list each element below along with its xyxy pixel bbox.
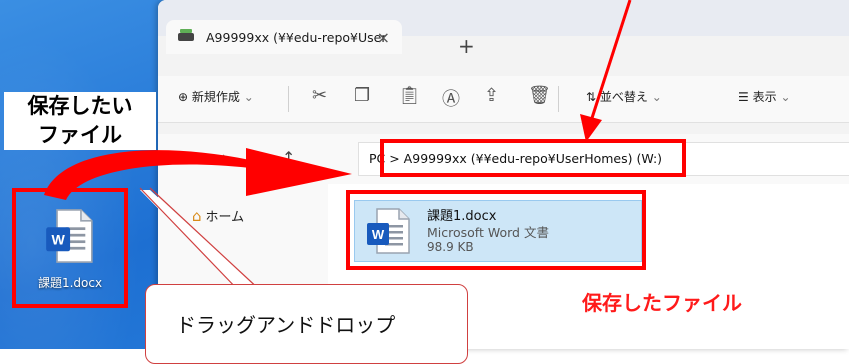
drag-arrow-head — [246, 148, 352, 196]
callout-text: ドラッグアンドドロップ — [176, 313, 396, 337]
callout-pointer — [140, 190, 262, 292]
annotation-saved-file: 保存したファイル — [582, 291, 742, 315]
arrow-to-address-head — [580, 114, 602, 142]
callout-pointer-line — [139, 187, 241, 293]
arrow-to-address-line — [590, 0, 632, 119]
drag-drop-callout: ドラッグアンドドロップ — [145, 284, 468, 364]
callout-pointer-line — [149, 187, 263, 293]
